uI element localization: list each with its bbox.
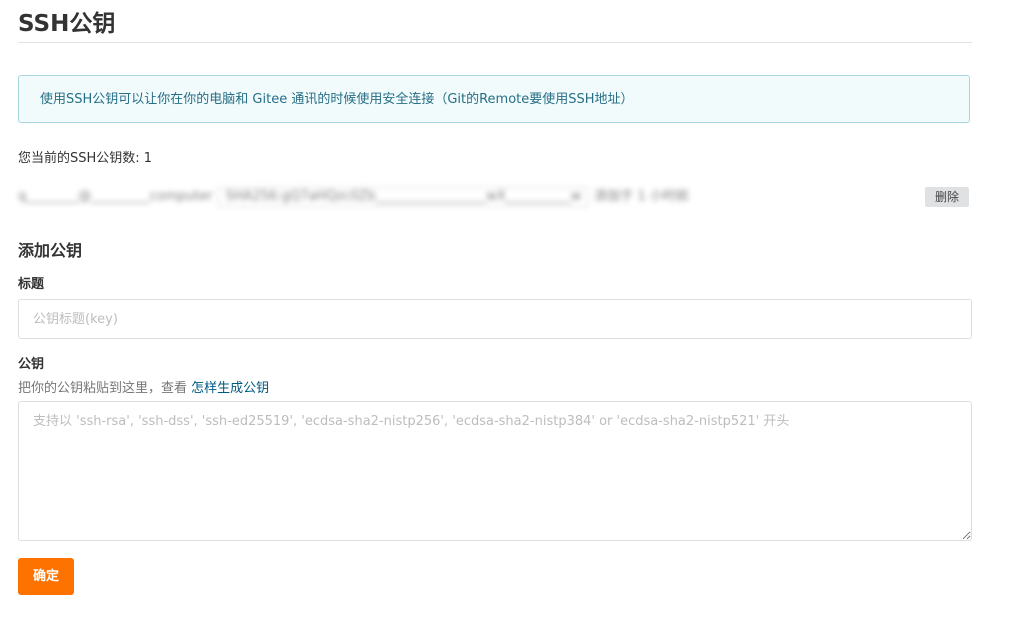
delete-key-button[interactable]: 删除	[925, 187, 969, 207]
key-added-time: 添加于 1 小时前	[594, 189, 689, 204]
public-key-textarea[interactable]	[18, 401, 972, 541]
key-title-input[interactable]	[18, 299, 972, 339]
page-title: SSH公钥	[18, 11, 116, 37]
title-label: 标题	[18, 277, 45, 292]
ssh-keys-page: SSH公钥 使用SSH公钥可以让你在你的电脑和 Gitee 通讯的时候使用安全连…	[0, 0, 1024, 638]
key-hint-text: 把你的公钥粘贴到这里，查看	[18, 381, 192, 396]
info-message: 使用SSH公钥可以让你在你的电脑和 Gitee 通讯的时候使用安全连接（Git的…	[18, 75, 970, 123]
ssh-key-row: q________@_________computer SHA256:gQ7aHQ…	[18, 186, 972, 208]
key-count-text: 您当前的SSH公钥数: 1	[18, 151, 153, 166]
key-fingerprint: SHA256:gQ7aHQzc0Zb_________________wX___…	[218, 187, 589, 207]
key-hint: 把你的公钥粘贴到这里，查看 怎样生成公钥	[18, 380, 269, 398]
title-divider	[18, 42, 972, 43]
submit-button[interactable]: 确定	[18, 558, 74, 595]
key-label: 公钥	[18, 357, 45, 372]
key-details-redacted: q________@_________computer SHA256:gQ7aHQ…	[18, 186, 689, 208]
how-to-generate-key-link[interactable]: 怎样生成公钥	[191, 381, 269, 396]
add-key-heading: 添加公钥	[18, 241, 83, 260]
key-name: q________@_________computer	[18, 189, 213, 204]
